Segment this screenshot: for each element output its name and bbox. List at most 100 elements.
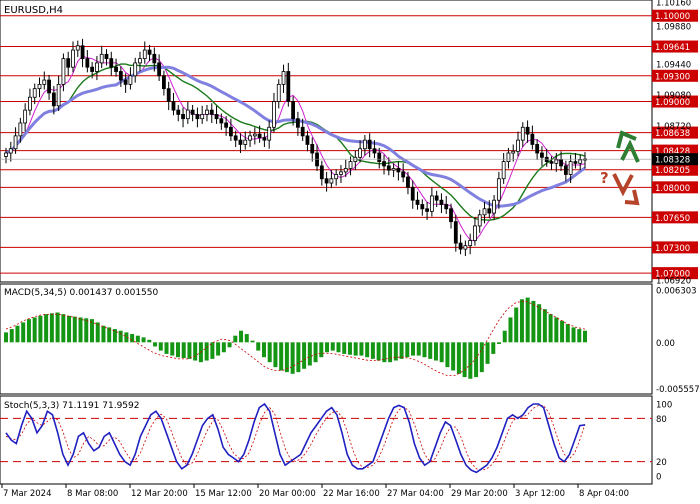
macd-histogram-bar: [319, 342, 324, 358]
candle-body: [205, 109, 209, 115]
candle-body: [563, 165, 568, 175]
candle-body: [248, 135, 252, 141]
time-tick-label: 8 Mar 08:00: [67, 489, 118, 499]
candle-body: [267, 126, 272, 141]
macd-histogram-bar: [433, 342, 438, 361]
candle-body: [162, 75, 166, 90]
candle-body: [51, 92, 56, 107]
candle-body: [133, 62, 138, 77]
candle-body: [401, 171, 406, 178]
macd-histogram-bar: [445, 342, 450, 368]
candle-body: [61, 58, 66, 85]
macd-histogram-bar: [135, 335, 140, 343]
macd-histogram-bar: [330, 342, 335, 351]
candle-body: [214, 114, 219, 120]
candle-body: [358, 148, 362, 158]
candle-body: [473, 225, 477, 241]
macd-histogram-bar: [15, 325, 20, 343]
candle-body: [482, 208, 487, 216]
macd-histogram-bar: [537, 304, 542, 343]
candle-body: [434, 195, 439, 201]
macd-histogram-bar: [365, 342, 370, 358]
macd-histogram-bar: [353, 342, 358, 356]
candle-body: [329, 178, 334, 184]
macd-histogram-bar: [439, 342, 444, 363]
price-tick-label: 1.08720: [656, 122, 691, 132]
macd-histogram-bar: [284, 342, 289, 373]
level-label: 1.09300: [655, 72, 690, 82]
candle-body: [511, 150, 516, 154]
candle-body: [257, 133, 262, 138]
macd-histogram-bar: [359, 342, 364, 356]
macd-histogram-bar: [307, 342, 312, 366]
macd-histogram-bar: [422, 342, 427, 358]
time-tick-label: 8 Apr 04:00: [579, 489, 629, 499]
macd-histogram-bar: [261, 342, 266, 358]
macd-histogram-bar: [451, 342, 456, 371]
candle-body: [109, 58, 114, 68]
macd-histogram-bar: [193, 342, 198, 361]
chart-canvas: 1.100001.096411.093001.090001.086381.084…: [0, 0, 700, 499]
candle-body: [516, 139, 520, 152]
macd-histogram-bar: [221, 342, 226, 353]
candle-body: [238, 139, 243, 145]
candle-body: [104, 53, 109, 60]
macd-histogram-bar: [347, 342, 352, 355]
candle-body: [209, 109, 214, 115]
level-label: 1.07650: [655, 214, 690, 224]
stoch-tick-label: 20: [656, 458, 667, 468]
macd-histogram-bar: [244, 334, 249, 343]
candle-body: [123, 79, 128, 85]
candle-body: [386, 165, 391, 171]
macd-histogram-bar: [474, 342, 479, 378]
macd-histogram-bar: [370, 342, 375, 359]
macd-histogram-bar: [55, 312, 60, 343]
macd-histogram-bar: [336, 342, 341, 353]
question-mark-icon: ?: [600, 169, 609, 187]
macd-histogram-bar: [44, 314, 49, 343]
candle-body: [28, 96, 32, 111]
macd-histogram-bar: [175, 342, 180, 358]
macd-histogram-bar: [141, 337, 146, 343]
macd-histogram-bar: [204, 342, 209, 361]
candle-body: [200, 114, 205, 120]
candle-body: [42, 79, 47, 85]
macd-histogram-bar: [290, 342, 295, 374]
macd-histogram-bar: [577, 329, 582, 343]
candle-body: [4, 152, 8, 157]
macd-histogram-bar: [497, 342, 502, 344]
candle-body: [118, 71, 123, 81]
candle-body: [429, 195, 434, 212]
candle-body: [578, 159, 583, 164]
candle-body: [128, 75, 133, 85]
macd-histogram-bar: [571, 327, 576, 343]
macd-histogram-bar: [101, 325, 106, 343]
time-tick-label: 15 Mar 12:00: [195, 489, 252, 499]
macd-histogram-bar: [279, 342, 284, 371]
macd-histogram-bar: [32, 317, 37, 343]
macd-histogram-bar: [548, 314, 553, 343]
candle-body: [47, 79, 51, 94]
macd-histogram-bar: [112, 329, 117, 343]
candle-body: [458, 242, 463, 250]
macd-histogram-bar: [508, 317, 513, 343]
candle-body: [559, 159, 563, 167]
candle-body: [496, 178, 501, 201]
candle-body: [243, 139, 248, 145]
macd-histogram-bar: [38, 315, 43, 343]
candle-body: [396, 168, 401, 173]
candle-body: [535, 144, 540, 154]
macd-histogram-bar: [405, 342, 410, 358]
macd-histogram-bar: [147, 339, 152, 343]
time-tick-label: 12 Mar 20:00: [131, 489, 188, 499]
time-axis: 7 Mar 2024 8 Mar 08:00 12 Mar 20:00 15 Mar …: [1, 484, 629, 499]
macd-tick-label: -0.005557: [656, 385, 700, 395]
macd-histogram-bar: [565, 324, 570, 343]
candle-body: [549, 161, 554, 164]
macd-histogram-bar: [256, 342, 261, 351]
candle-body: [37, 83, 42, 90]
candle-body: [343, 168, 348, 173]
candle-body: [444, 204, 449, 210]
candle-body: [56, 83, 61, 107]
candle-body: [334, 174, 339, 180]
